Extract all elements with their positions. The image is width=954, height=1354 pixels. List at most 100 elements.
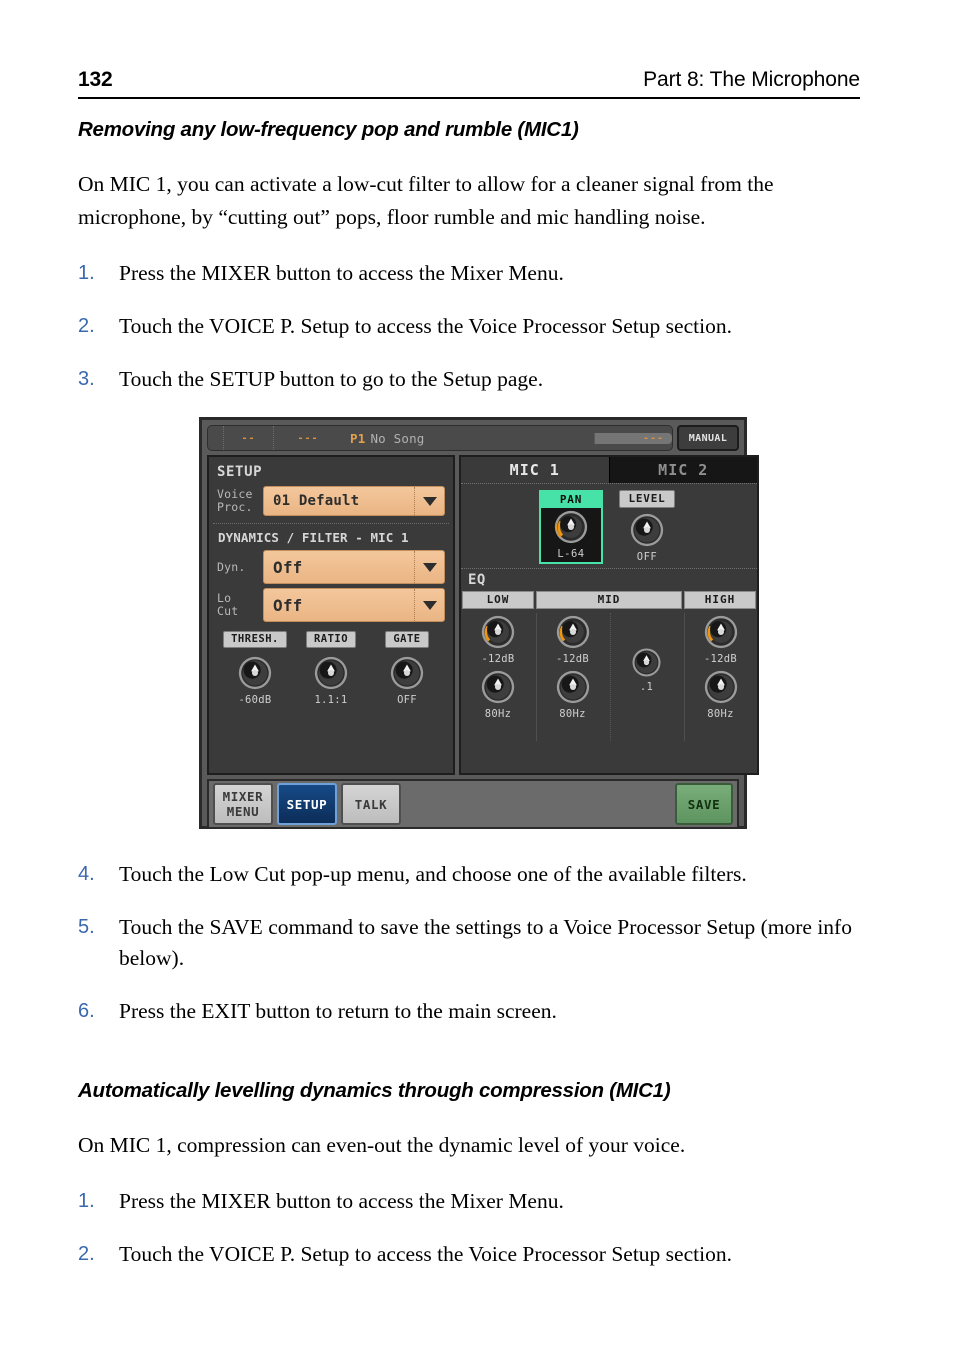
dyn-value: Off [273,557,303,577]
level-value: OFF [636,551,658,563]
device-topbar: -- --- P1 No Song --- MANUAL [207,425,739,451]
pan-label: PAN [541,492,601,508]
step-text: Touch the VOICE P. Setup to access the V… [119,1242,732,1266]
eq-high-gain-value: -12dB [703,653,738,665]
step-number: 6. [78,1000,95,1022]
pan-knob[interactable] [552,508,590,546]
device-screenshot-figure: -- --- P1 No Song --- MANUAL SETUP Voice… [78,417,868,829]
list-item: 6. Press the EXIT button to return to th… [78,996,868,1027]
list-item: 5. Touch the SAVE command to save the se… [78,912,868,974]
step-number: 1. [78,1190,95,1212]
section-heading-2: Automatically levelling dynamics through… [78,1079,671,1102]
song-name: No Song [370,430,425,446]
list-item: 2. Touch the VOICE P. Setup to access th… [78,1239,868,1270]
steps-list-2: 1. Press the MIXER button to access the … [78,1186,868,1270]
step-number: 4. [78,863,95,885]
level-control[interactable]: LEVEL OFF [615,490,679,564]
ratio-knob[interactable] [312,654,350,692]
eq-section: EQ LOW MID HIGH -12dB 80Hz -12dB 80Hz .1… [461,569,757,773]
eq-mid-gain-knob[interactable] [554,613,592,651]
dyn-row: Dyn. Off [217,550,445,584]
mixer-menu-button[interactable]: MIXER MENU [213,783,273,825]
eq-high-gain-knob[interactable] [702,613,740,651]
save-button[interactable]: SAVE [675,783,733,825]
list-item: 4. Touch the Low Cut pop-up menu, and ch… [78,859,868,890]
eq-mid-q-value: .1 [639,680,654,693]
chevron-down-icon[interactable] [414,589,444,621]
locut-dropdown[interactable]: Off [263,588,445,622]
page-header: 132 Part 8: The Microphone [78,48,860,99]
dyn-label: Dyn. [217,559,246,574]
talk-button[interactable]: TALK [341,783,401,825]
song-display: P1 No Song [342,431,594,446]
gate-knob[interactable] [388,654,426,692]
list-item: 3. Touch the SETUP button to go to the S… [78,364,868,395]
step-number: 2. [78,315,95,337]
dynamics-filter-title: DYNAMICS / FILTER - MIC 1 [218,530,409,545]
page-number: 132 [78,68,113,91]
locut-label-line2: Cut [217,604,239,618]
voice-proc-label-line1: Voice [217,487,253,501]
list-item: 1. Press the MIXER button to access the … [78,1186,868,1217]
gate-knob-cell: GATE OFF [369,631,445,706]
eq-mid-freq-knob[interactable] [554,668,592,706]
eq-mid-freq-value: 80Hz [559,708,586,720]
eq-header-high: HIGH [684,591,756,609]
pan-level-area: PAN L-64 LEVEL OFF [461,484,757,569]
voice-proc-dropdown[interactable]: 01 Default [263,486,445,516]
voice-proc-value: 01 Default [273,493,360,509]
step-text: Press the MIXER button to access the Mix… [119,1189,564,1213]
section-heading-1: Removing any low-frequency pop and rumbl… [78,118,579,141]
eq-high-freq-cell: 80Hz [702,668,740,720]
section-intro-2: On MIC 1, compression can even-out the d… [78,1133,686,1157]
eq-header-mid: MID [536,591,682,609]
eq-mid-gain-cell: -12dB [554,613,592,665]
step-text: Touch the VOICE P. Setup to access the V… [119,314,732,338]
eq-low-freq-knob[interactable] [479,668,517,706]
eq-low-gain-cell: -12dB [479,613,517,665]
thresh-knob-cell: THRESH. -60dB [217,631,293,706]
manual-button[interactable]: MANUAL [677,425,739,451]
eq-headers: LOW MID HIGH [461,591,757,609]
eq-high-freq-value: 80Hz [707,708,734,720]
eq-low-gain-knob[interactable] [479,613,517,651]
eq-low-column: -12dB 80Hz [462,613,534,741]
step-text: Press the MIXER button to access the Mix… [119,261,564,285]
pan-value: L-64 [557,548,585,560]
chevron-down-icon[interactable] [414,551,444,583]
topbar-right-field: --- [594,432,672,444]
thresh-knob[interactable] [236,654,274,692]
eq-high-freq-knob[interactable] [702,668,740,706]
tab-mic-2[interactable]: MIC 2 [608,457,757,483]
eq-grid: -12dB 80Hz -12dB 80Hz .1 -12dB 80Hz [461,609,757,741]
level-knob[interactable] [628,511,666,549]
topbar-segment-1 [208,426,224,450]
list-item: 1. Press the MIXER button to access the … [78,258,868,289]
eq-high-column: -12dB 80Hz [684,613,756,741]
dyn-dropdown[interactable]: Off [263,550,445,584]
tab-mic-1[interactable]: MIC 1 [461,457,609,483]
locut-value: Off [273,595,303,615]
ratio-label: RATIO [305,631,357,648]
thresh-label: THRESH. [223,631,287,648]
eq-mid-q-cell: .1 [630,646,663,693]
voice-proc-label: Voice Proc. [217,488,257,514]
step-number: 2. [78,1243,95,1265]
steps-list-1-after: 4. Touch the Low Cut pop-up menu, and ch… [78,859,868,1027]
song-status-field[interactable]: -- --- P1 No Song --- [207,425,673,451]
locut-row: Lo Cut Off [217,588,445,622]
eq-mid-q-column: .1 [610,613,682,741]
eq-mid-q-knob[interactable] [630,646,663,679]
device-button-bar: MIXER MENU SETUP TALK SAVE [207,779,739,829]
list-item: 2. Touch the VOICE P. Setup to access th… [78,311,868,342]
mic-tabs: MIC 1 MIC 2 [461,457,757,484]
setup-button[interactable]: SETUP [277,783,337,825]
voice-proc-row: Voice Proc. 01 Default [217,486,445,516]
chevron-down-icon[interactable] [414,487,444,515]
thresh-value: -60dB [238,694,272,706]
level-label: LEVEL [619,490,675,508]
pan-control[interactable]: PAN L-64 [539,490,603,564]
eq-mid-freq-cell: 80Hz [554,668,592,720]
song-number: P1 [350,430,366,446]
dynamics-knob-row: THRESH. -60dB RATIO 1.1:1 GATE OFF [217,631,445,706]
